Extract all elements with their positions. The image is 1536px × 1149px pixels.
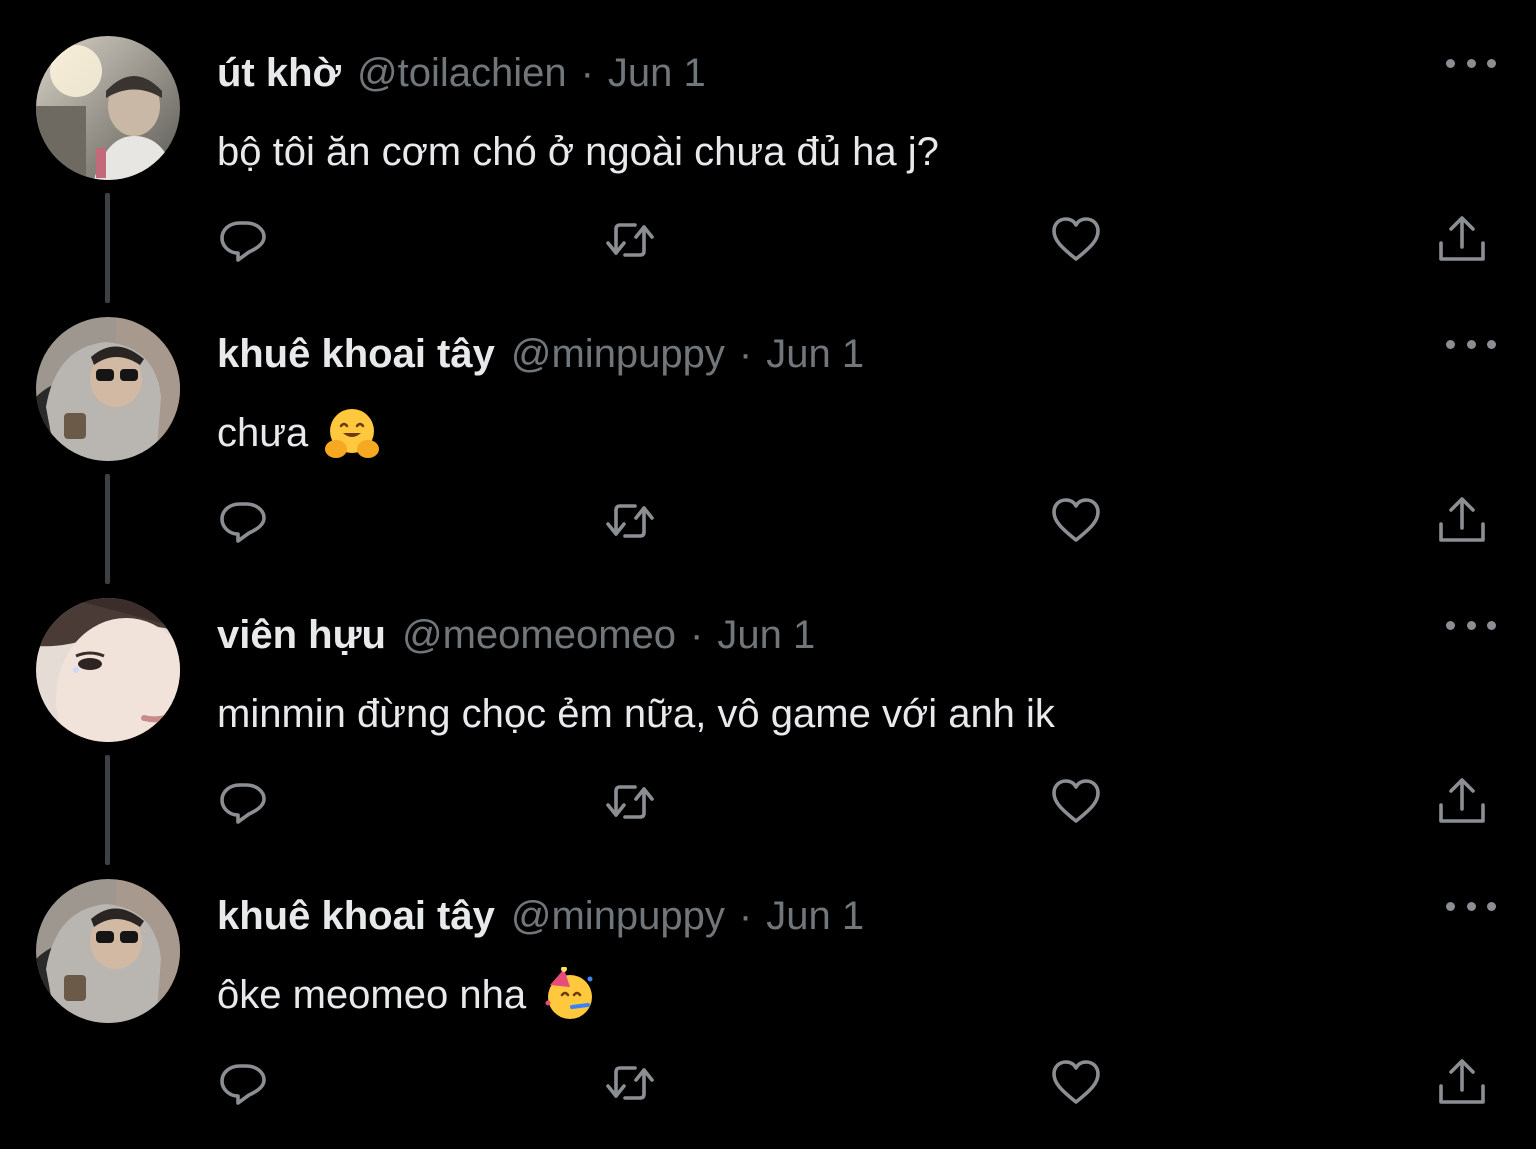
user-handle[interactable]: @meomeomeo <box>402 613 676 658</box>
avatar[interactable] <box>36 317 180 461</box>
tweet-actions <box>0 772 1536 832</box>
tweet[interactable]: út khờ @toilachien · Jun 1 bộ tôi ăn cơm… <box>0 0 1536 303</box>
tweet-header: út khờ @toilachien · Jun 1 <box>217 46 706 100</box>
retweet-icon[interactable] <box>603 494 657 548</box>
display-name[interactable]: khuê khoai tây <box>217 894 495 939</box>
reply-icon[interactable] <box>216 213 270 267</box>
like-icon[interactable] <box>1049 494 1103 548</box>
tweet-header: viên hựu @meomeomeo · Jun 1 <box>217 608 815 662</box>
tweet[interactable]: viên hựu @meomeomeo · Jun 1 minmin đừng … <box>0 562 1536 865</box>
user-handle[interactable]: @minpuppy <box>511 332 725 377</box>
like-icon[interactable] <box>1049 775 1103 829</box>
share-icon[interactable] <box>1435 1056 1489 1110</box>
tweet-text-content: ôke meomeo nha <box>217 972 527 1017</box>
retweet-icon[interactable] <box>603 775 657 829</box>
share-icon[interactable] <box>1435 213 1489 267</box>
tweet-text: bộ tôi ăn cơm chó ở ngoài chưa đủ ha j? <box>217 122 939 182</box>
tweet-actions <box>0 1053 1536 1113</box>
avatar-image <box>36 598 180 742</box>
tweet-actions <box>0 491 1536 551</box>
share-icon[interactable] <box>1435 775 1489 829</box>
tweet-actions <box>0 210 1536 270</box>
hugging-face-emoji <box>324 405 380 461</box>
display-name[interactable]: viên hựu <box>217 613 386 658</box>
tweet[interactable]: khuê khoai tây @minpuppy · Jun 1 ôke meo… <box>0 843 1536 1124</box>
tweet-text: chưa <box>217 403 380 463</box>
reply-thread: út khờ @toilachien · Jun 1 bộ tôi ăn cơm… <box>0 0 1536 1149</box>
avatar[interactable] <box>36 36 180 180</box>
more-icon[interactable] <box>1446 331 1496 357</box>
user-handle[interactable]: @minpuppy <box>511 894 725 939</box>
tweet-text: minmin đừng chọc ẻm nữa, vô game với anh… <box>217 684 1055 744</box>
display-name[interactable]: khuê khoai tây <box>217 332 495 377</box>
separator: · <box>580 50 594 95</box>
avatar-image <box>36 317 180 461</box>
separator: · <box>738 331 753 376</box>
separator: · <box>690 612 704 657</box>
avatar-image <box>36 36 180 180</box>
user-handle[interactable]: @toilachien <box>357 51 567 96</box>
retweet-icon[interactable] <box>603 1056 657 1110</box>
avatar[interactable] <box>36 598 180 742</box>
tweet-header: khuê khoai tây @minpuppy · Jun 1 <box>217 327 864 381</box>
tweet-text-content: bộ tôi ăn cơm chó ở ngoài chưa đủ ha j? <box>217 129 939 174</box>
partying-face-emoji <box>542 967 598 1023</box>
tweet-date[interactable]: Jun 1 <box>608 51 706 96</box>
reply-icon[interactable] <box>216 775 270 829</box>
more-icon[interactable] <box>1446 893 1496 919</box>
tweet-date[interactable]: Jun 1 <box>766 894 864 939</box>
more-icon[interactable] <box>1446 50 1496 76</box>
tweet-text-content: chưa <box>217 410 309 455</box>
more-icon[interactable] <box>1446 612 1496 638</box>
reply-icon[interactable] <box>216 494 270 548</box>
tweet-header: khuê khoai tây @minpuppy · Jun 1 <box>217 889 864 943</box>
like-icon[interactable] <box>1049 1056 1103 1110</box>
avatar-image <box>36 879 180 1023</box>
tweet[interactable]: khuê khoai tây @minpuppy · Jun 1 chưa <box>0 281 1536 584</box>
tweet-text-content: minmin đừng chọc ẻm nữa, vô game với anh… <box>217 691 1055 736</box>
tweet-date[interactable]: Jun 1 <box>717 613 815 658</box>
retweet-icon[interactable] <box>603 213 657 267</box>
like-icon[interactable] <box>1049 213 1103 267</box>
share-icon[interactable] <box>1435 494 1489 548</box>
avatar[interactable] <box>36 879 180 1023</box>
tweet-date[interactable]: Jun 1 <box>766 332 864 377</box>
separator: · <box>738 893 753 938</box>
reply-icon[interactable] <box>216 1056 270 1110</box>
display-name[interactable]: út khờ <box>217 51 341 96</box>
tweet-text: ôke meomeo nha <box>217 965 598 1025</box>
